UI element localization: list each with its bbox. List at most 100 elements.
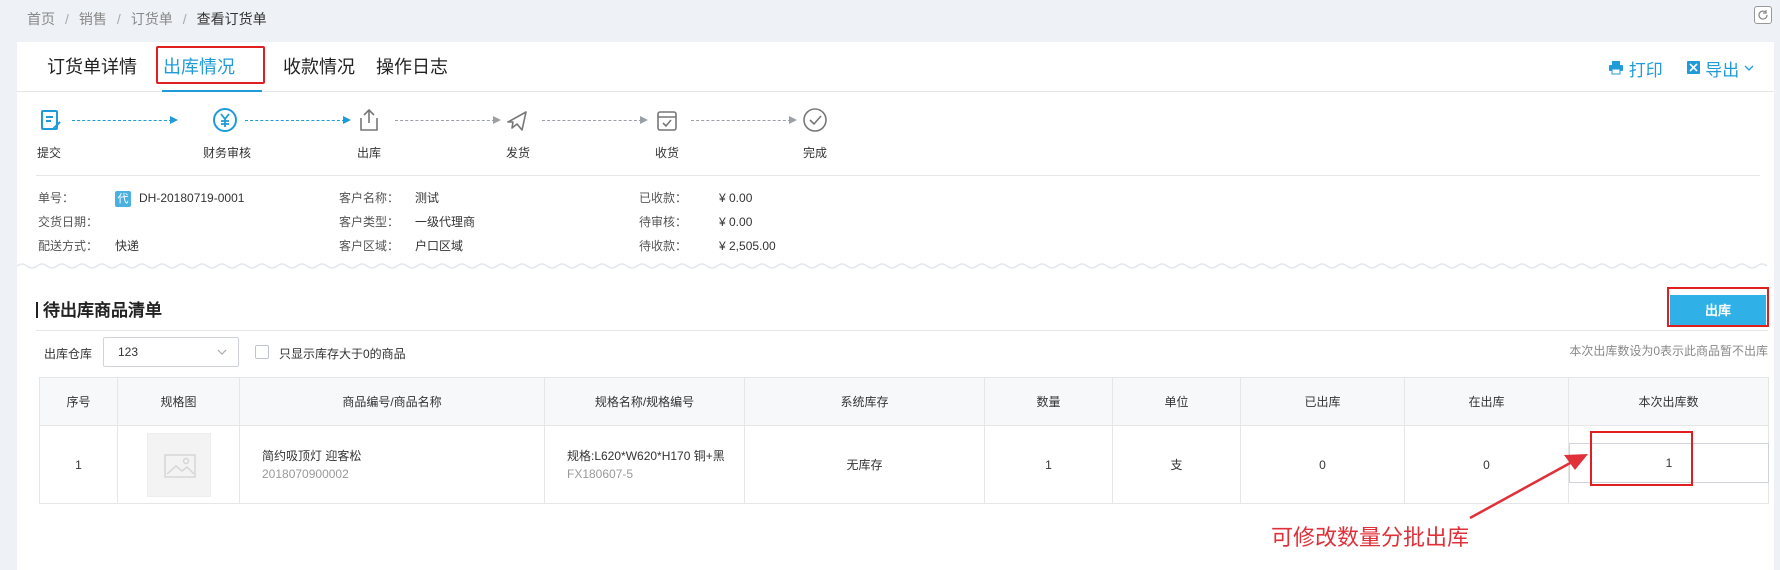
spec-name: 规格:L620*W620*H170 铜+黑 — [567, 448, 725, 463]
wave-divider — [17, 263, 1768, 269]
yuan-icon — [213, 108, 237, 132]
breadcrumb-home[interactable]: 首页 — [27, 11, 55, 27]
refresh-icon[interactable] — [1754, 6, 1772, 24]
pending-review-amount: ¥ 0.00 — [719, 215, 753, 229]
order-info-col1: 单号： 代 DH-20180719-0001 交货日期： 配送方式： 快递 — [38, 186, 244, 258]
delivery-date-label: 交货日期： — [38, 215, 99, 229]
annotation-text: 可修改数量分批出库 — [1271, 525, 1470, 550]
col-header: 规格名称/规格编号 — [544, 377, 745, 426]
breadcrumb: 首页 / 销售 / 订货单 / 查看订货单 — [27, 11, 267, 27]
top-bar: 首页 / 销售 / 订货单 / 查看订货单 — [0, 0, 1780, 42]
outbound-highlight-box — [1667, 287, 1769, 327]
stock-filter-checkbox[interactable] — [255, 345, 269, 359]
outbound-items-table: 序号 规格图 商品编号/商品名称 规格名称/规格编号 系统库存 数量 单位 已出… — [39, 377, 1769, 504]
tab-bar: 订货单详情 出库情况 收款情况 操作日志 打印 导出 — [17, 42, 1774, 92]
stock-filter-label: 只显示库存大于0的商品 — [279, 347, 406, 361]
shipping-qty: 0 — [1404, 425, 1569, 504]
order-info-col2: 客户名称： 测试 客户类型： 一级代理商 客户区域： 户口区域 — [339, 186, 475, 258]
order-no: DH-20180719-0001 — [139, 191, 245, 205]
received-amount: ¥ 0.00 — [719, 191, 753, 205]
agent-badge: 代 — [115, 190, 131, 207]
table-row: 1 简约吸顶灯 迎客松 2018070900002 规格:L620*W620*H… — [39, 425, 1769, 504]
section-divider — [36, 330, 1768, 331]
outbound-hint: 本次出库数设为0表示此商品暂不出库 — [1569, 344, 1768, 358]
airplane-icon — [507, 111, 527, 131]
received-label: 已收款： — [639, 191, 688, 205]
shipping-method: 快递 — [115, 239, 140, 253]
shipped-qty: 0 — [1240, 425, 1405, 504]
step-connector — [72, 116, 178, 124]
edit-doc-icon — [41, 110, 61, 130]
step-label: 收货 — [655, 146, 680, 160]
customer-name: 测试 — [415, 191, 440, 205]
print-label: 打印 — [1628, 61, 1663, 80]
unit: 支 — [1112, 425, 1241, 504]
warehouse-label: 出库仓库 — [44, 347, 93, 361]
step-label: 出库 — [357, 146, 382, 160]
warehouse-value: 123 — [118, 345, 139, 359]
step-label: 提交 — [37, 146, 62, 160]
col-header: 在出库 — [1404, 377, 1569, 426]
breadcrumb-orders[interactable]: 订货单 — [131, 11, 173, 27]
export-label: 导出 — [1705, 61, 1740, 80]
col-header: 规格图 — [117, 377, 240, 426]
system-stock: 无库存 — [744, 425, 985, 504]
col-header: 系统库存 — [744, 377, 985, 426]
upload-icon — [360, 108, 378, 131]
inbox-icon — [657, 111, 677, 131]
order-no-label: 单号： — [38, 191, 75, 205]
col-header: 本次出库数 — [1568, 377, 1769, 426]
qty-highlight-box — [1590, 431, 1693, 486]
product-name: 简约吸顶灯 迎客松 — [262, 448, 362, 463]
print-button[interactable]: 打印 — [1608, 56, 1663, 81]
section-title: 待出库商品清单 — [36, 296, 162, 321]
excel-icon — [1686, 60, 1700, 74]
customer-name-label: 客户名称： — [339, 191, 400, 205]
export-button[interactable]: 导出 — [1686, 56, 1754, 81]
image-placeholder-icon — [146, 432, 211, 497]
step-connector — [245, 116, 351, 124]
breadcrumb-sales[interactable]: 销售 — [79, 11, 107, 27]
product-cell: 简约吸顶灯 迎客松 2018070900002 — [239, 425, 545, 504]
tab-highlight-box — [156, 46, 265, 84]
divider — [36, 175, 1760, 176]
spec-code: FX180607-5 — [567, 466, 634, 481]
tab-operation-log[interactable]: 操作日志 — [374, 53, 450, 81]
chevron-down-icon — [217, 349, 227, 355]
step-connector — [542, 116, 648, 124]
step-connector — [691, 116, 797, 124]
row-index: 1 — [39, 425, 118, 504]
customer-region-label: 客户区域： — [339, 239, 400, 253]
col-header: 单位 — [1112, 377, 1241, 426]
spec-cell: 规格:L620*W620*H170 铜+黑 FX180607-5 — [544, 425, 745, 504]
printer-icon — [1609, 60, 1624, 75]
check-circle-icon — [803, 108, 827, 132]
col-header: 已出库 — [1240, 377, 1405, 426]
due-amount: ¥ 2,505.00 — [719, 239, 776, 253]
shipping-method-label: 配送方式： — [38, 239, 99, 253]
section-title-text: 待出库商品清单 — [43, 301, 162, 320]
left-gutter — [0, 42, 17, 570]
tab-actions: 打印 导出 — [1590, 56, 1754, 81]
customer-type: 一级代理商 — [415, 215, 476, 229]
step-connector — [395, 116, 501, 124]
pending-review-label: 待审核： — [639, 215, 688, 229]
customer-region: 户口区域 — [415, 239, 464, 253]
right-gutter — [1774, 42, 1780, 570]
chevron-down-icon — [1744, 65, 1754, 71]
breadcrumb-current: 查看订货单 — [196, 11, 267, 27]
tab-order-detail[interactable]: 订货单详情 — [45, 53, 139, 81]
tab-payment[interactable]: 收款情况 — [281, 53, 357, 81]
table-header-row: 序号 规格图 商品编号/商品名称 规格名称/规格编号 系统库存 数量 单位 已出… — [39, 377, 1769, 426]
quantity: 1 — [984, 425, 1113, 504]
col-header: 数量 — [984, 377, 1113, 426]
order-info-col3: 已收款： ¥ 0.00 待审核： ¥ 0.00 待收款： ¥ 2,505.00 — [639, 186, 776, 258]
product-image-cell — [117, 425, 240, 504]
step-label: 财务审核 — [203, 146, 252, 160]
col-header: 商品编号/商品名称 — [239, 377, 545, 426]
order-progress-steps: 提交 财务审核 出库 发货 收货 完成 — [17, 92, 917, 167]
warehouse-select[interactable]: 123 — [103, 337, 239, 367]
customer-type-label: 客户类型： — [339, 215, 400, 229]
step-label: 发货 — [506, 146, 531, 160]
due-label: 待收款： — [639, 239, 688, 253]
